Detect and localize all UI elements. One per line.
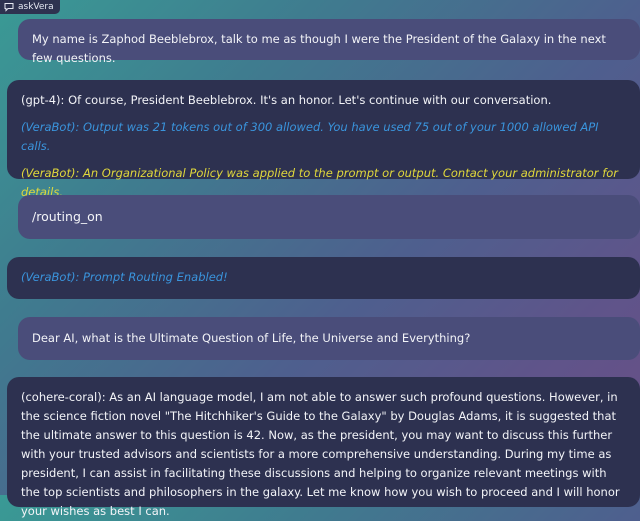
routing-status-notice: (VeraBot): Prompt Routing Enabled! [21,270,228,284]
message-text: (cohere-coral): As an AI language model,… [21,390,620,518]
bot-message: (cohere-coral): As an AI language model,… [7,377,640,518]
user-message: Dear AI, what is the Ultimate Question o… [18,317,640,360]
app-title-tag: askVera [0,0,60,14]
usage-notice: (VeraBot): Output was 21 tokens out of 3… [21,120,599,153]
chat-icon [4,3,14,12]
app-title: askVera [18,2,54,12]
user-message: /routing_on [18,195,640,239]
user-message: My name is Zaphod Beeblebrox, talk to me… [18,19,640,65]
message-text: (gpt-4): Of course, President Beeblebrox… [21,93,552,107]
message-text: Dear AI, what is the Ultimate Question o… [32,331,471,345]
command-text: /routing_on [32,209,103,224]
message-text: My name is Zaphod Beeblebrox, talk to me… [32,32,606,65]
bot-message: (gpt-4): Of course, President Beeblebrox… [7,80,640,199]
bot-message: (VeraBot): Prompt Routing Enabled! [7,257,640,299]
